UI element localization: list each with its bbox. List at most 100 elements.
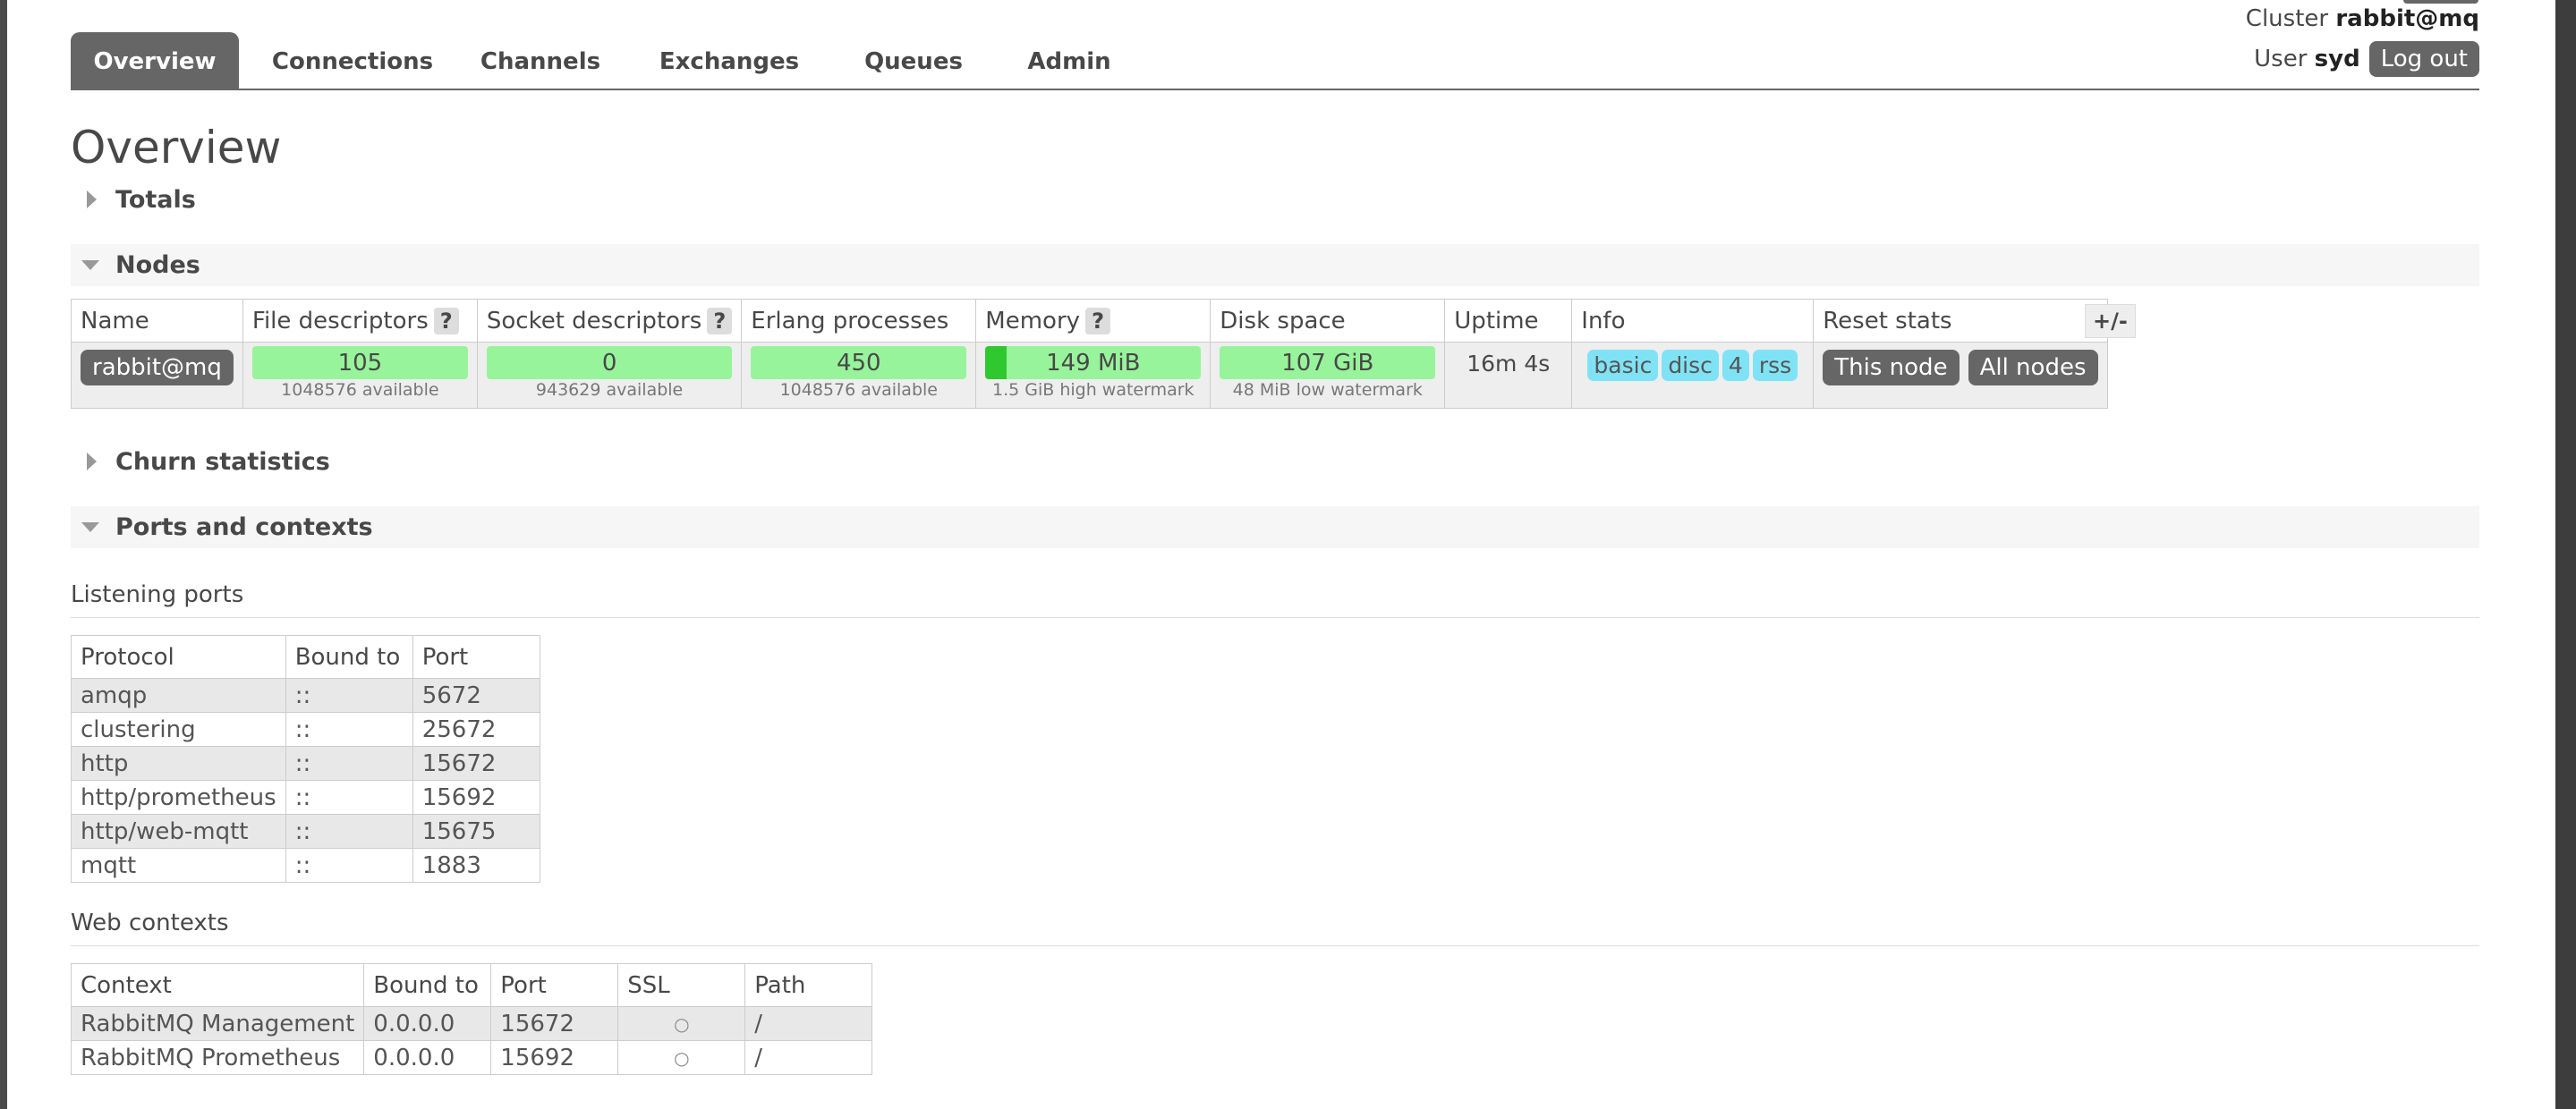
protocol-cell: http [71, 746, 286, 781]
section-ports-label: Ports and contexts [115, 513, 373, 541]
memory-bar: 149 MiB [985, 346, 1202, 379]
bound-to-cell: :: [285, 746, 413, 781]
socket-descriptors-bar: 0 [486, 346, 733, 379]
port-cell: 15692 [412, 780, 540, 815]
disk-space-value: 107 GiB [1281, 350, 1374, 377]
erlang-processes-bar: 450 [751, 346, 967, 379]
table-row: RabbitMQ Prometheus 0.0.0.0 15692 ○ / [70, 1040, 873, 1075]
bound-to-cell: :: [285, 814, 413, 849]
collapse-arrow-icon [81, 260, 99, 270]
info-cell: basic disc 4 rss [1571, 342, 1815, 409]
top-stub [2403, 0, 2478, 4]
node-row: rabbit@mq 105 1048576 available 0 943629… [71, 342, 2108, 409]
help-icon[interactable]: ? [433, 307, 459, 334]
listening-ports-table: Protocol Bound to Port amqp :: 5672 clus… [71, 635, 540, 883]
bound-to-cell: :: [285, 678, 413, 713]
section-ports-and-contexts[interactable]: Ports and contexts [71, 506, 2479, 548]
bound-to-cell: 0.0.0.0 [363, 1006, 492, 1041]
cluster-info: Cluster rabbit@mq [2246, 5, 2479, 32]
expand-arrow-icon [87, 190, 97, 208]
table-row: http/web-mqtt :: 15675 [71, 814, 540, 849]
disk-space-cell: 107 GiB 48 MiB low watermark [1210, 342, 1446, 409]
col-memory: Memory? [975, 299, 1211, 343]
column-toggle-button[interactable]: +/- [2085, 304, 2136, 338]
table-row: mqtt :: 1883 [71, 848, 540, 883]
port-cell: 15672 [412, 746, 540, 781]
section-nodes[interactable]: Nodes [71, 244, 2479, 286]
table-row: http/prometheus :: 15692 [71, 780, 540, 815]
col-port: Port [412, 635, 540, 679]
disk-space-watermark: 48 MiB low watermark [1232, 380, 1423, 400]
col-uptime: Uptime [1444, 299, 1573, 343]
col-bound-to: Bound to [363, 963, 492, 1007]
socket-descriptors-cell: 0 943629 available [476, 342, 743, 409]
col-disk-space: Disk space [1210, 299, 1446, 343]
tab-channels[interactable]: Channels [464, 32, 616, 89]
col-reset-stats: Reset stats [1813, 299, 2108, 343]
web-contexts-table: Context Bound to Port SSL Path RabbitMQ … [70, 963, 873, 1075]
reset-stats-cell: This node All nodes [1813, 342, 2108, 409]
ssl-cell: ○ [617, 1040, 746, 1075]
listening-ports-heading: Listening ports [71, 581, 2479, 618]
disk-space-bar: 107 GiB [1220, 346, 1436, 379]
memory-value: 149 MiB [1046, 350, 1141, 377]
col-port: Port [490, 963, 619, 1007]
info-badge-basic: basic [1587, 350, 1659, 381]
path-cell: / [744, 1040, 873, 1075]
erlang-processes-value: 450 [836, 350, 881, 377]
nodes-table: Name File descriptors? Socket descriptor… [71, 299, 2108, 409]
reset-all-nodes-button[interactable]: All nodes [1968, 350, 2098, 385]
bound-to-cell: 0.0.0.0 [363, 1040, 492, 1075]
col-erlang-processes: Erlang processes [741, 299, 977, 343]
col-protocol: Protocol [71, 635, 286, 679]
help-icon[interactable]: ? [707, 307, 733, 334]
bound-to-cell: :: [285, 848, 413, 883]
col-ssl: SSL [617, 963, 746, 1007]
info-badge-count: 4 [1722, 350, 1749, 381]
file-descriptors-available: 1048576 available [281, 380, 439, 400]
protocol-cell: amqp [71, 678, 286, 713]
tab-overview[interactable]: Overview [71, 32, 239, 89]
protocol-cell: clustering [71, 712, 286, 747]
socket-descriptors-value: 0 [601, 350, 617, 377]
col-socket-descriptors: Socket descriptors? [476, 299, 743, 343]
col-context: Context [70, 963, 365, 1007]
col-info: Info [1571, 299, 1815, 343]
erlang-processes-cell: 450 1048576 available [741, 342, 977, 409]
tab-exchanges[interactable]: Exchanges [640, 32, 819, 89]
section-totals-label: Totals [115, 186, 196, 214]
section-churn-statistics[interactable]: Churn statistics [71, 441, 2479, 483]
port-cell: 1883 [412, 848, 540, 883]
left-window-border [0, 0, 7, 1109]
context-cell: RabbitMQ Management [70, 1006, 365, 1041]
table-row: http :: 15672 [71, 746, 540, 781]
col-file-descriptors: File descriptors? [242, 299, 478, 343]
expand-arrow-icon [87, 453, 97, 470]
path-cell: / [744, 1006, 873, 1041]
bound-to-cell: :: [285, 780, 413, 815]
tab-admin[interactable]: Admin [1007, 32, 1132, 89]
file-descriptors-cell: 105 1048576 available [242, 342, 478, 409]
table-row: RabbitMQ Management 0.0.0.0 15672 ○ / [70, 1006, 873, 1041]
port-cell: 15672 [490, 1006, 619, 1041]
col-name: Name [71, 299, 243, 343]
section-totals[interactable]: Totals [71, 179, 2479, 221]
main-nav-tabs: Overview Connections Channels Exchanges … [71, 32, 2479, 90]
socket-descriptors-available: 943629 available [535, 380, 684, 400]
file-descriptors-bar: 105 [251, 346, 468, 379]
context-cell: RabbitMQ Prometheus [70, 1040, 365, 1075]
reset-this-node-button[interactable]: This node [1823, 350, 1960, 385]
uptime-cell: 16m 4s [1444, 342, 1573, 409]
tab-queues[interactable]: Queues [842, 32, 985, 89]
node-name-link[interactable]: rabbit@mq [81, 350, 234, 385]
table-row: clustering :: 25672 [71, 712, 540, 747]
bound-to-cell: :: [285, 712, 413, 747]
memory-level-fill [985, 346, 1007, 379]
page-title: Overview [71, 122, 282, 174]
scrollbar[interactable] [2555, 0, 2576, 1109]
port-cell: 5672 [412, 678, 540, 713]
protocol-cell: http/prometheus [71, 780, 286, 815]
tab-connections[interactable]: Connections [259, 32, 446, 89]
help-icon[interactable]: ? [1085, 307, 1111, 334]
section-nodes-label: Nodes [115, 251, 200, 279]
